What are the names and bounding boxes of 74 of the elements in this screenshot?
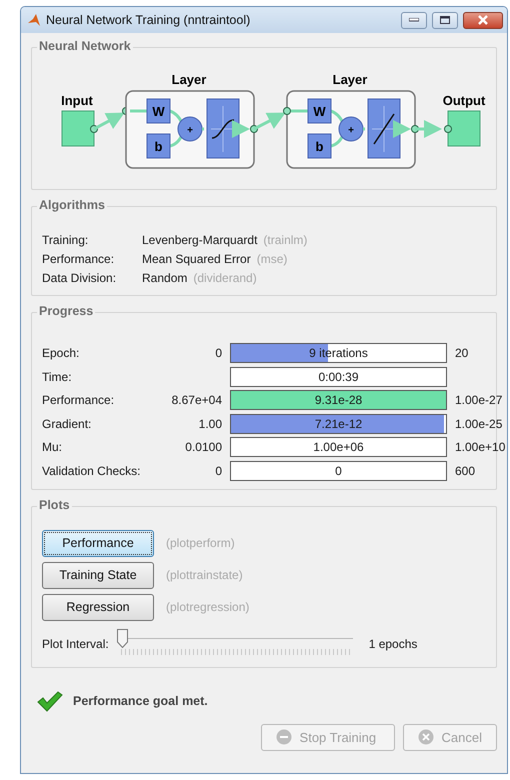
maximize-button[interactable]	[432, 12, 458, 28]
sum-label: +	[348, 125, 354, 136]
sum-node	[338, 116, 364, 142]
cancel-icon	[418, 729, 434, 745]
maximize-icon	[440, 16, 450, 24]
min-value: 8.67e+04	[170, 393, 222, 407]
max-value: 1.00e-25	[455, 416, 504, 430]
slider-label: Plot Interval:	[42, 636, 109, 650]
app-logo-icon	[27, 13, 41, 27]
stop-icon	[276, 729, 292, 745]
min-value: 0	[214, 346, 222, 360]
weight-label: W	[313, 104, 326, 119]
plot-button[interactable]: Training State	[42, 562, 154, 588]
bias-label: b	[154, 139, 162, 154]
input-label: Input	[61, 93, 93, 108]
progress-label: Mu:	[42, 440, 64, 454]
algorithm-value: Mean Squared Error	[142, 252, 251, 266]
progress-label: Performance:	[42, 393, 116, 407]
plot-button[interactable]: Regression	[42, 594, 154, 620]
sum-node	[178, 116, 202, 142]
window-title: Neural Network Training (nntraintool)	[46, 13, 252, 27]
max-value: 20	[455, 346, 470, 360]
connector-arrow	[393, 120, 452, 138]
weight-label: W	[152, 104, 165, 119]
input-block	[62, 110, 94, 146]
minimize-icon	[409, 18, 419, 22]
group-title: Neural Network	[37, 39, 133, 53]
progress-label: Gradient:	[42, 416, 92, 430]
layer-label: Layer	[172, 72, 206, 87]
function-name: (mse)	[256, 252, 288, 266]
group-title: Plots	[37, 498, 72, 512]
algorithm-label: Performance:	[42, 251, 116, 268]
connector-arrow	[232, 107, 291, 138]
minimize-button[interactable]	[401, 12, 427, 28]
min-value: 1.00	[198, 416, 222, 430]
max-value: 600	[455, 464, 476, 478]
progress-text: 9.31e-28	[314, 393, 362, 407]
function-name: (plotregression)	[166, 600, 250, 614]
progress-label: Validation Checks:	[42, 464, 142, 478]
function-name: (plotperform)	[166, 536, 235, 550]
output-label: Output	[442, 93, 486, 108]
weight-block	[308, 98, 332, 124]
max-value: 1.00e-27	[455, 393, 504, 407]
algorithm-label: Training:	[42, 232, 90, 249]
algorithm-label: Data Division:	[42, 270, 118, 287]
close-icon	[477, 15, 489, 25]
max-value: 1.00e+10	[455, 440, 506, 454]
slider-thumb[interactable]	[116, 628, 128, 648]
function-name: (dividerand)	[193, 271, 257, 285]
bias-block	[308, 134, 332, 158]
function-name: (plottrainstate)	[166, 568, 243, 582]
min-value: 0	[214, 464, 222, 478]
min-value: 0.0100	[184, 440, 222, 454]
algorithm-value: Levenberg-Marquardt	[142, 233, 258, 247]
algorithm-value: Random	[142, 271, 188, 285]
progress-label: Time:	[42, 370, 73, 384]
bias-label: b	[316, 139, 324, 154]
transfer-function-block	[368, 98, 400, 158]
transfer-function-block	[206, 98, 240, 158]
output-block	[448, 110, 480, 146]
slider-reading: 1 epochs	[368, 636, 418, 650]
progress-label: Epoch:	[42, 346, 80, 360]
function-name: (trainlm)	[263, 233, 308, 247]
weight-block	[146, 98, 170, 124]
status-message: Performance goal met.	[73, 694, 208, 708]
close-button[interactable]	[463, 12, 503, 28]
checkmark-icon	[37, 690, 63, 712]
progress-text: 7.21e-12	[314, 416, 362, 430]
group-title: Progress	[37, 304, 96, 318]
layer-label: Layer	[332, 72, 368, 87]
sum-label: +	[187, 125, 193, 136]
bias-block	[146, 134, 170, 158]
plot-button[interactable]: Performance	[42, 530, 154, 556]
group-title: Algorithms	[37, 198, 107, 212]
